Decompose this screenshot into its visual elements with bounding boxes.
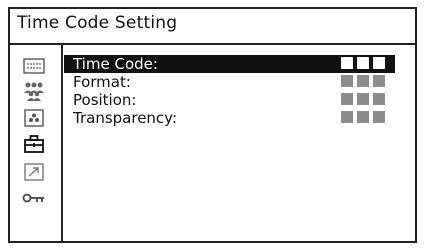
arrow-box-icon[interactable]	[20, 160, 48, 184]
keypad-icon[interactable]	[20, 54, 48, 78]
menu-item-format[interactable]: Format:	[64, 73, 395, 91]
page-title: Time Code Setting	[17, 13, 178, 33]
briefcase-icon[interactable]	[20, 132, 48, 156]
sidebar	[20, 52, 48, 242]
value-indicator	[341, 93, 385, 105]
camera-dots-icon[interactable]	[20, 106, 48, 130]
sidebar-divider	[61, 45, 63, 243]
menu-item-position[interactable]: Position:	[64, 91, 395, 109]
menu-item-label: Position:	[73, 91, 137, 109]
value-indicator	[341, 111, 385, 123]
value-indicator	[341, 75, 385, 87]
menu-item-label: Transparency:	[73, 109, 178, 127]
menu-item-label: Format:	[73, 73, 131, 91]
value-indicator	[341, 57, 385, 69]
menu-item-label: Time Code:	[73, 55, 158, 73]
menu-item-transparency[interactable]: Transparency:	[64, 109, 395, 127]
people-group-icon[interactable]	[20, 79, 48, 103]
settings-menu: Time Code: Format: Position: Transparenc…	[64, 55, 395, 127]
key-icon[interactable]	[20, 186, 48, 210]
menu-item-time-code[interactable]: Time Code:	[64, 55, 395, 73]
title-divider	[10, 43, 417, 45]
